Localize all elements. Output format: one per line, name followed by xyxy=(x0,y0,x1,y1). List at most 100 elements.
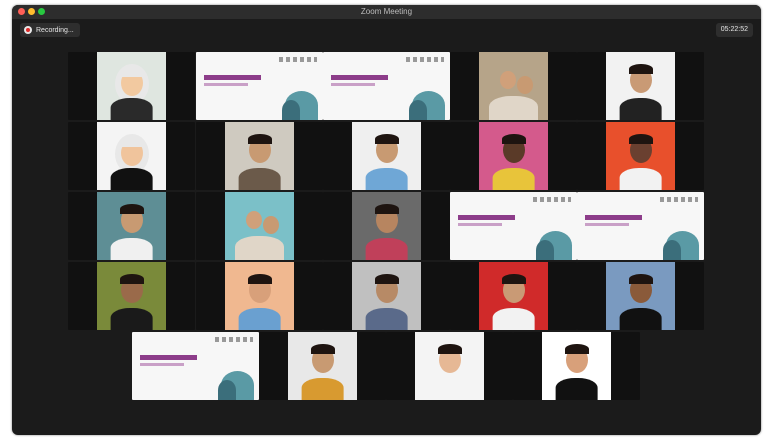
participant-video-tile[interactable] xyxy=(196,192,323,260)
sponsor-logos xyxy=(659,197,698,202)
participant-video xyxy=(542,332,611,400)
participant-video xyxy=(479,122,548,190)
meeting-timer: 05:22:52 xyxy=(715,23,753,37)
participant-video-tile[interactable] xyxy=(196,122,323,190)
participant-hair xyxy=(374,134,399,145)
participant-hair xyxy=(119,136,144,147)
sponsor-logos xyxy=(214,337,253,342)
participant-body xyxy=(235,236,284,260)
participant-video xyxy=(577,192,704,260)
participant-video-tile[interactable] xyxy=(577,52,704,120)
building-dome-graphic xyxy=(663,239,682,260)
participant-body xyxy=(110,238,153,260)
participant-body xyxy=(238,168,281,190)
participant-video xyxy=(196,52,323,120)
participant-video-tile[interactable] xyxy=(577,262,704,330)
participant-video-tile[interactable] xyxy=(259,332,386,400)
participant-hair xyxy=(628,64,653,75)
participant-video-tile[interactable] xyxy=(68,262,195,330)
participant-video-tile[interactable] xyxy=(196,262,323,330)
banner-subtitle-bar xyxy=(203,83,249,86)
banner-title-bar xyxy=(139,355,197,360)
participant-body xyxy=(619,168,662,190)
participant-video-tile[interactable] xyxy=(132,332,259,400)
building-dome-graphic xyxy=(409,99,428,120)
zoom-window: Zoom Meeting Recording... 05:22:52 xyxy=(12,5,761,435)
participant-video-tile[interactable] xyxy=(68,192,195,260)
participant-face xyxy=(499,71,516,90)
participant-video-tile[interactable] xyxy=(323,262,450,330)
event-banner xyxy=(450,192,577,260)
building-dome-graphic xyxy=(282,99,301,120)
participant-video xyxy=(352,262,421,330)
participant-body xyxy=(492,168,535,190)
participant-hair xyxy=(119,274,144,285)
participant-body xyxy=(365,308,408,330)
participant-video-tile[interactable] xyxy=(450,192,577,260)
participant-hair xyxy=(119,204,144,215)
active-speaker-video xyxy=(97,52,166,120)
participant-video xyxy=(479,52,548,120)
participant-video xyxy=(288,332,357,400)
participant-hair xyxy=(247,274,272,285)
participant-body xyxy=(110,98,153,120)
participant-video xyxy=(352,122,421,190)
participant-body xyxy=(428,378,471,400)
banner-subtitle-bar xyxy=(330,83,376,86)
participant-video-tile[interactable] xyxy=(577,192,704,260)
participant-video-tile[interactable] xyxy=(68,122,195,190)
video-grid xyxy=(12,5,761,435)
banner-subtitle-bar xyxy=(457,223,503,226)
participant-body xyxy=(619,308,662,330)
participant-video-tile[interactable] xyxy=(323,122,450,190)
participant-video xyxy=(352,192,421,260)
recording-indicator[interactable]: Recording... xyxy=(20,23,80,37)
participant-video-tile[interactable] xyxy=(386,332,513,400)
participant-video-tile[interactable] xyxy=(513,332,640,400)
participant-body xyxy=(489,96,538,120)
sponsor-logos xyxy=(278,57,317,62)
participant-video-tile[interactable] xyxy=(450,262,577,330)
participant-hair xyxy=(501,134,526,145)
participant-video xyxy=(225,262,294,330)
participant-hair xyxy=(374,274,399,285)
participant-video-tile[interactable] xyxy=(323,192,450,260)
banner-subtitle-bar xyxy=(139,363,185,366)
participant-hair xyxy=(437,344,462,355)
participant-body xyxy=(619,98,662,120)
event-banner xyxy=(577,192,704,260)
participant-hair xyxy=(564,344,589,355)
participant-video xyxy=(323,52,450,120)
participant-video-tile[interactable] xyxy=(68,52,195,120)
participant-video-tile[interactable] xyxy=(450,52,577,120)
participant-face xyxy=(516,75,533,94)
participant-hair xyxy=(247,134,272,145)
participant-body xyxy=(110,308,153,330)
participant-video xyxy=(606,122,675,190)
participant-video xyxy=(97,192,166,260)
event-banner xyxy=(132,332,259,400)
participant-video-tile[interactable] xyxy=(196,52,323,120)
participant-body xyxy=(238,308,281,330)
participant-video xyxy=(132,332,259,400)
building-dome-graphic xyxy=(536,239,555,260)
participant-hair xyxy=(501,274,526,285)
building-dome-graphic xyxy=(218,379,237,400)
recording-label: Recording... xyxy=(36,26,74,34)
participant-hair xyxy=(628,134,653,145)
participant-video-tile[interactable] xyxy=(577,122,704,190)
participant-video xyxy=(606,52,675,120)
banner-title-bar xyxy=(330,75,388,80)
banner-title-bar xyxy=(457,215,515,220)
participant-video xyxy=(225,192,294,260)
participant-body xyxy=(110,168,153,190)
participant-video-tile[interactable] xyxy=(450,122,577,190)
participant-body xyxy=(555,378,598,400)
event-banner xyxy=(323,52,450,120)
participant-body xyxy=(301,378,344,400)
participant-video-tile[interactable] xyxy=(323,52,450,120)
participant-body xyxy=(492,308,535,330)
participant-video xyxy=(97,262,166,330)
participant-face xyxy=(245,211,262,230)
participant-hair xyxy=(374,204,399,215)
